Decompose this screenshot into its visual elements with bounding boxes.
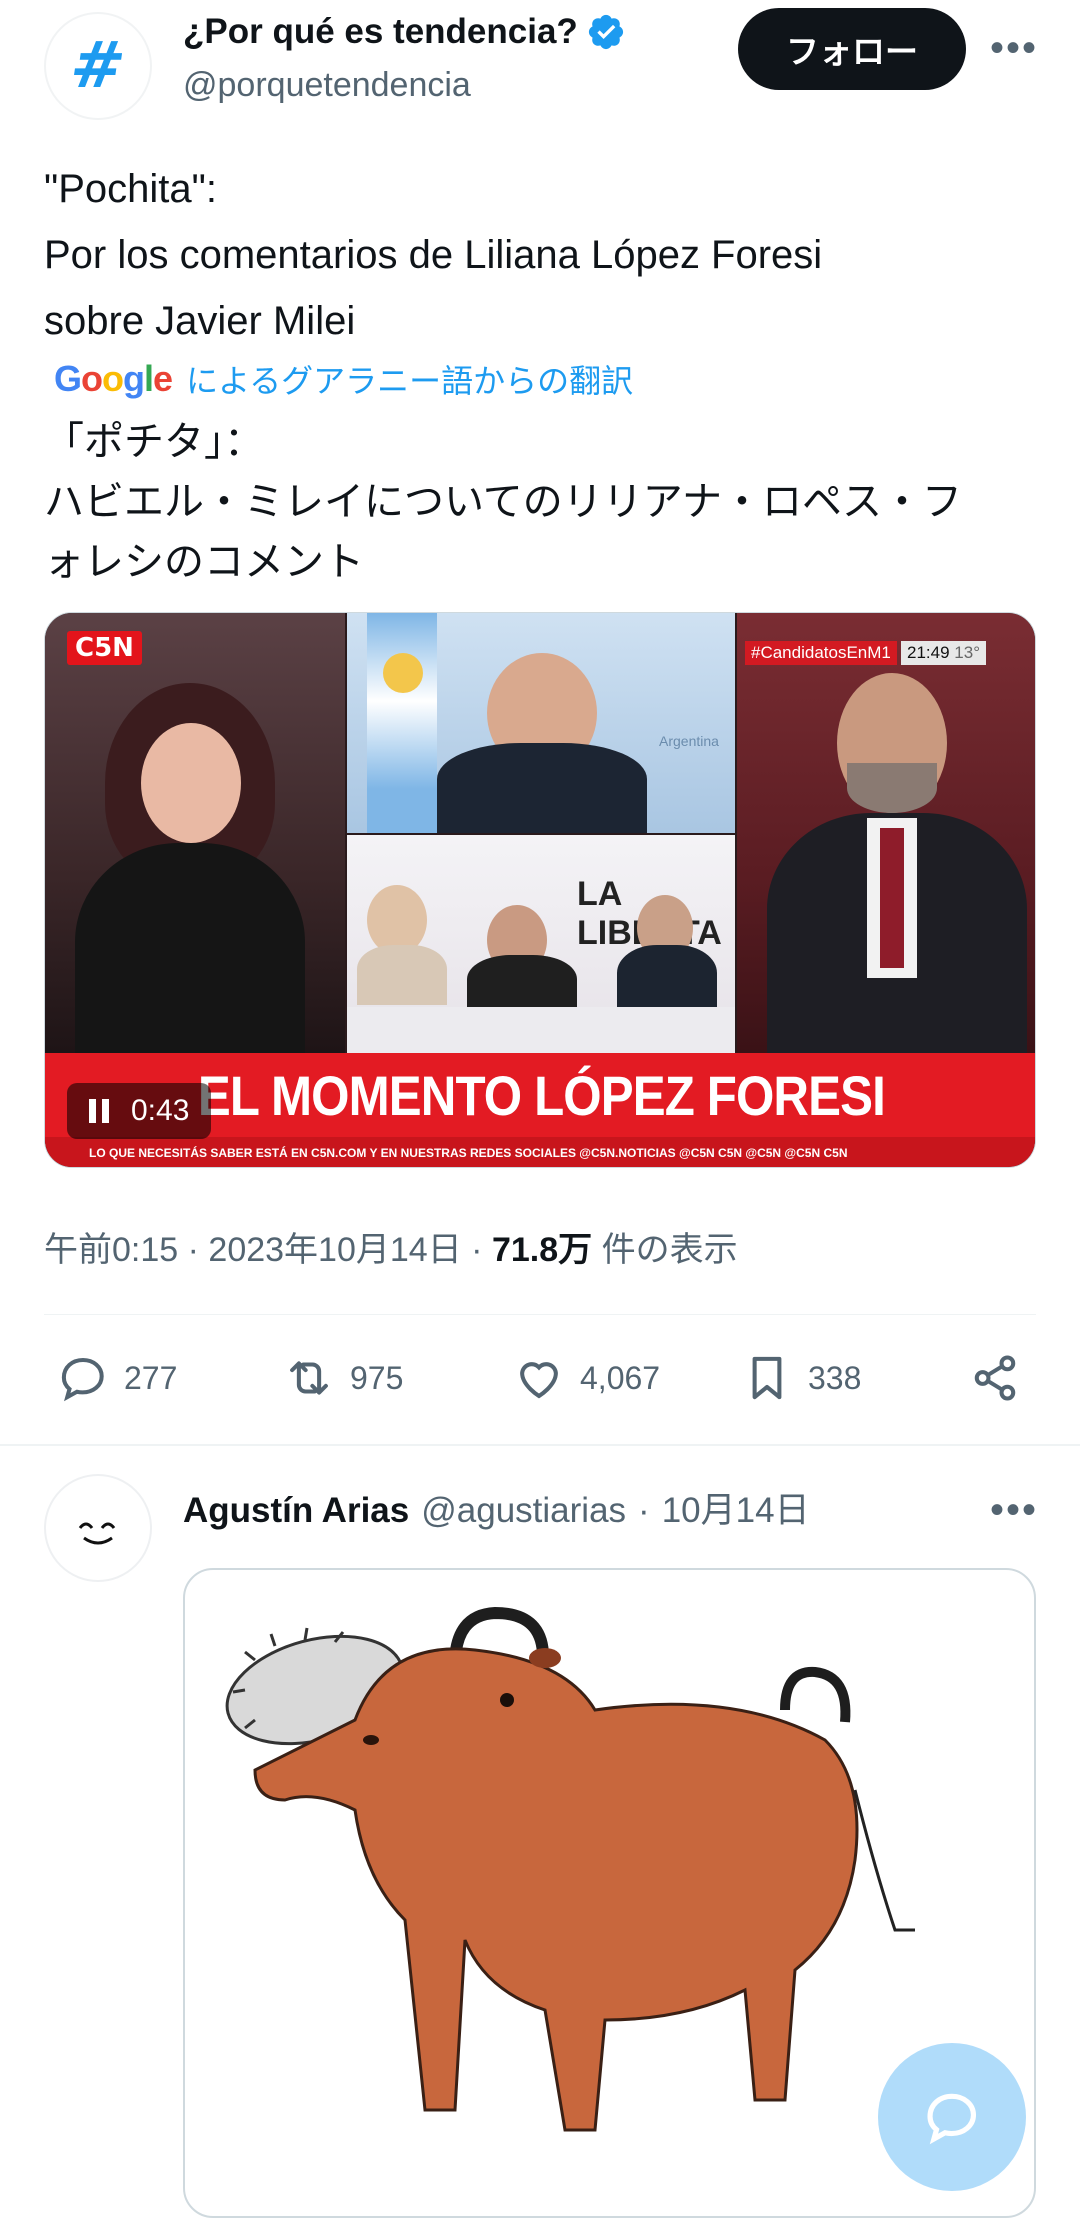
meta-separator: ·: [471, 1231, 483, 1269]
temperature: 13°: [954, 643, 980, 662]
news-headline: EL MOMENTO LÓPEZ FORESI: [197, 1063, 885, 1127]
bookmark-button[interactable]: 338: [740, 1348, 861, 1408]
smiley-face-icon: [78, 1522, 116, 1545]
channel-logo: C5N: [67, 631, 142, 665]
reply-button[interactable]: 277: [56, 1348, 177, 1408]
translated-text-line: 「ポチタ」：: [44, 420, 264, 464]
translation-attribution: Google によるグアラニー語からの翻訳: [54, 356, 633, 402]
video-panel-left: [45, 613, 345, 1063]
translated-text: 「ポチタ」： ハビエル・ミレイについてのリリアナ・ロペス・フ ォレシのコメント: [44, 412, 1044, 592]
reply-date[interactable]: 10月14日: [662, 1482, 810, 1533]
reply-header: Agustín Arias @agustiarias · 10月14日: [183, 1482, 810, 1533]
video-player[interactable]: C5N Argentina LA LIBERTA #CandidatosEnM1…: [44, 612, 1036, 1168]
reply-author-name[interactable]: Agustín Arias: [183, 1491, 409, 1531]
video-panel-middle: LA LIBERTA: [347, 835, 735, 1053]
translation-source-link[interactable]: によるグアラニー語からの翻訳: [186, 356, 633, 402]
bookmark-count: 338: [808, 1359, 862, 1396]
verified-badge-icon: [588, 14, 623, 50]
reply-author-handle[interactable]: @agustiarias: [421, 1491, 626, 1531]
reply-icon: [61, 1357, 104, 1402]
reply-count: 277: [124, 1359, 178, 1396]
hashtag-badge: #CandidatosEnM1: [745, 641, 897, 665]
divider: [44, 1314, 1036, 1315]
tweet-text-line: sobre Javier Milei: [44, 299, 356, 343]
author-avatar[interactable]: #: [44, 12, 152, 120]
follow-button[interactable]: フォロー: [738, 8, 966, 90]
clock-badge: 21:49 13°: [901, 641, 986, 665]
compose-reply-button[interactable]: [878, 2043, 1026, 2191]
tweet-text-line: Por los comentarios de Liliana López For…: [44, 233, 823, 277]
video-timestamp: 0:43: [131, 1094, 190, 1127]
hashtag-logo-icon: #: [65, 29, 131, 103]
tweet-text: "Pochita": Por los comentarios de Lilian…: [44, 156, 1034, 354]
author-display-name[interactable]: ¿Por qué es tendencia?: [183, 12, 626, 52]
share-icon: [974, 1355, 1016, 1401]
more-options-icon[interactable]: •••: [990, 1490, 1038, 1530]
share-button[interactable]: [968, 1348, 1022, 1408]
tweet-meta: 午前0:15 · 2023年10月14日 · 71.8万 件の表示: [44, 1222, 738, 1271]
chat-bubble-icon: [927, 2093, 977, 2145]
more-options-icon[interactable]: •••: [990, 28, 1038, 68]
meta-separator: ·: [638, 1491, 650, 1530]
like-button[interactable]: 4,067: [512, 1348, 660, 1408]
author-name-text: ¿Por qué es tendencia?: [183, 12, 578, 51]
tweet-text-line: "Pochita":: [44, 167, 217, 211]
reply-author-avatar[interactable]: [44, 1474, 152, 1582]
video-panel-top: Argentina: [347, 613, 735, 833]
like-count: 4,067: [580, 1359, 661, 1396]
heart-icon: [520, 1362, 558, 1399]
divider: [0, 1444, 1080, 1446]
video-panel-right: [737, 613, 1035, 1053]
tweet-time[interactable]: 午前0:15: [44, 1231, 178, 1269]
views-label[interactable]: 件の表示: [602, 1231, 738, 1269]
background-sign-text: Argentina: [659, 733, 719, 749]
bookmark-icon: [752, 1356, 782, 1400]
retweet-button[interactable]: 975: [282, 1348, 403, 1408]
retweet-count: 975: [350, 1359, 404, 1396]
translated-text-line: ォレシのコメント: [44, 540, 364, 584]
author-handle[interactable]: @porquetendencia: [183, 66, 471, 105]
views-count[interactable]: 71.8万: [492, 1231, 592, 1269]
translated-text-line: ハビエル・ミレイについてのリリアナ・ロペス・フ: [44, 480, 962, 524]
meta-separator: ·: [187, 1231, 199, 1269]
google-logo: Google: [54, 358, 173, 399]
pause-icon: [89, 1099, 109, 1123]
clock-time: 21:49: [907, 643, 950, 662]
retweet-icon: [290, 1361, 328, 1395]
tweet-date[interactable]: 2023年10月14日: [208, 1231, 461, 1269]
pause-button[interactable]: 0:43: [67, 1083, 212, 1139]
news-ticker: LO QUE NECESITÁS SABER ESTÁ EN C5N.COM Y…: [45, 1137, 1035, 1167]
